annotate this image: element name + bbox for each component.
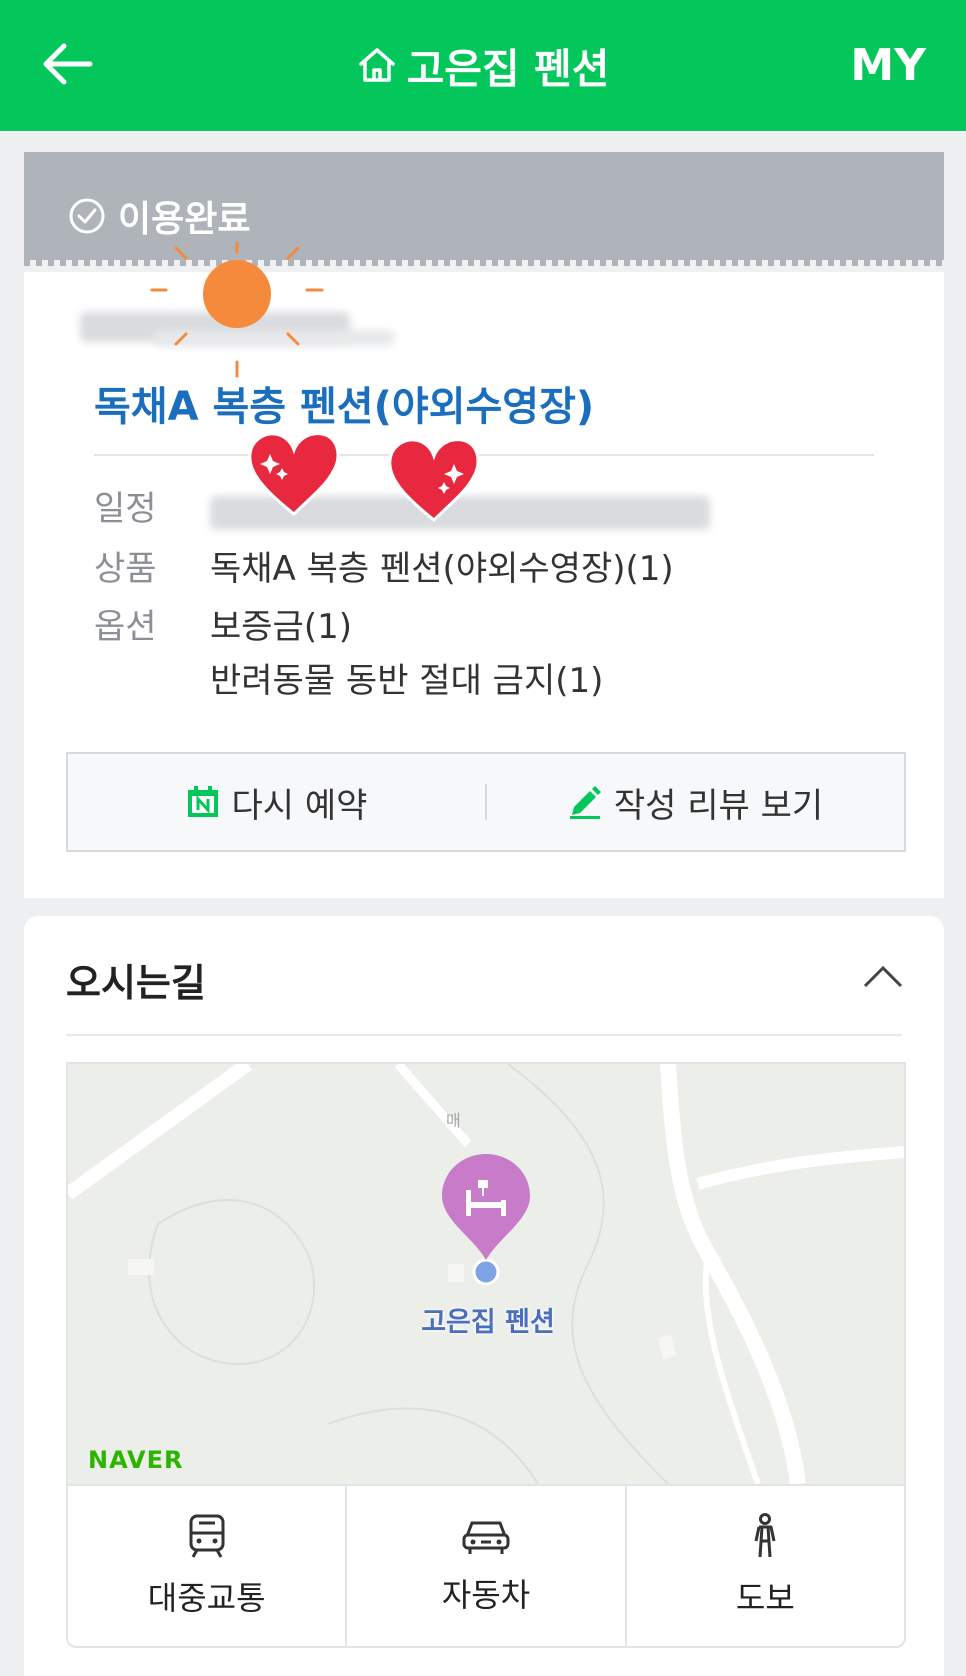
check-circle-icon (69, 198, 105, 234)
naver-logo: NAVER (88, 1446, 184, 1474)
public-transit-button[interactable]: 대중교통 (68, 1486, 345, 1646)
booking-card: 독채A 복층 펜션(야외수영장) 일정 상품 독채A 복층 펜션(야외수영장)(… (24, 242, 944, 898)
info-label: 일정 (94, 489, 157, 529)
transport-options: 대중교통 자동차 도보 (66, 1484, 906, 1648)
home-icon (357, 46, 397, 84)
status-label: 이용완료 (118, 199, 251, 240)
map-road-label: 매 (446, 1111, 461, 1130)
booking-actions: 다시 예약 작성 리뷰 보기 (66, 752, 906, 852)
pencil-icon (569, 786, 601, 819)
app-header: 고은집 펜션 MY (0, 0, 966, 131)
status-banner: 이용완료 (24, 152, 944, 266)
section-title: 오시는길 (66, 961, 206, 1005)
info-row-product: 상품 독채A 복층 펜션(야외수영장)(1) (94, 542, 674, 596)
redacted-text (154, 330, 394, 346)
chevron-up-icon (863, 965, 903, 988)
option-value-2: 반려동물 동반 절대 금지(1) (210, 661, 604, 701)
rebook-label: 다시 예약 (231, 785, 368, 826)
rebook-button[interactable]: 다시 예약 (68, 754, 485, 850)
bus-icon (189, 1514, 225, 1558)
review-label: 작성 리뷰 보기 (613, 785, 824, 826)
divider (94, 454, 874, 456)
view-review-button[interactable]: 작성 리뷰 보기 (487, 754, 904, 850)
info-value: 독채A 복층 펜션(야외수영장)(1) (210, 549, 674, 589)
transport-label: 대중교통 (147, 1579, 266, 1617)
collapse-button[interactable] (858, 956, 908, 996)
info-label: 상품 (94, 549, 157, 589)
info-row-schedule: 일정 (94, 482, 710, 536)
page-title-text: 고은집 펜션 (406, 45, 610, 93)
car-button[interactable]: 자동차 (345, 1486, 624, 1646)
info-label: 옵션 (94, 607, 157, 647)
info-value: 보증금(1) 반려동물 동반 절대 금지(1) (210, 600, 603, 708)
info-row-option: 옵션 보증금(1) 반려동물 동반 절대 금지(1) (94, 600, 603, 708)
option-value-1: 보증금(1) (210, 607, 353, 647)
divider (66, 1034, 902, 1036)
transport-label: 자동차 (441, 1576, 531, 1614)
transport-label: 도보 (735, 1579, 795, 1617)
page-title: 고은집 펜션 (0, 30, 966, 100)
walk-icon (754, 1513, 776, 1558)
my-page-button[interactable]: MY (850, 30, 926, 100)
directions-card: 오시는길 매 고은집 펜션 NAVER 대중교통 자동차 도보 (24, 916, 944, 1676)
naver-calendar-icon (187, 786, 218, 817)
lodging-pin-icon[interactable] (438, 1150, 534, 1290)
map-place-label: 고은집 펜션 (421, 1307, 555, 1338)
map-view[interactable]: 매 고은집 펜션 NAVER (66, 1062, 906, 1484)
walk-button[interactable]: 도보 (624, 1486, 904, 1646)
product-title[interactable]: 독채A 복층 펜션(야외수영장) (94, 374, 594, 432)
redacted-text (210, 496, 710, 530)
car-icon (462, 1521, 510, 1554)
